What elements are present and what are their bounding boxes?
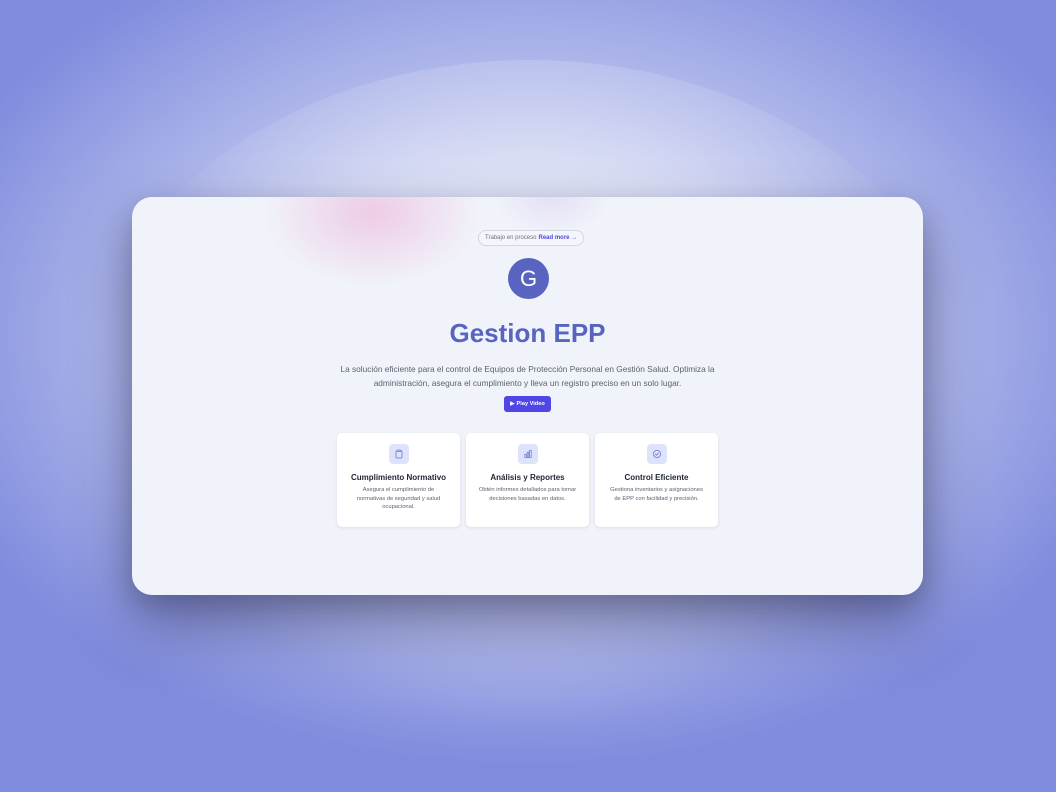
read-more-label: Read more (538, 235, 570, 241)
check-circle-icon (646, 444, 667, 464)
status-banner: Trabajo en proceso Read more → (478, 230, 585, 246)
status-banner-text: Trabajo en proceso (485, 235, 537, 241)
feature-title: Cumplimiento Normativo (350, 473, 447, 482)
app-window: Trabajo en proceso Read more → G Gestion… (132, 197, 923, 595)
feature-description: Asegura el cumplimiento de normativas de… (356, 487, 441, 510)
arrow-right-icon: → (571, 235, 578, 241)
hero-description: La solución eficiente para el control de… (340, 364, 715, 388)
feature-card-control: Control Eficiente Gestiona inventarios y… (595, 433, 718, 527)
play-icon: ▶ (510, 401, 515, 407)
play-video-button[interactable]: ▶ Play Video (504, 396, 551, 412)
feature-card-cumplimiento: Cumplimiento Normativo Asegura el cumpli… (337, 433, 460, 527)
clipboard-icon (388, 444, 409, 464)
decorative-blob (262, 197, 482, 287)
page-title: Gestion EPP (449, 318, 606, 348)
read-more-link[interactable]: Read more → (538, 235, 577, 241)
app-logo: G (508, 258, 549, 299)
feature-description: Gestiona inventarios y asignaciones de E… (610, 487, 703, 502)
feature-card-analisis: Análisis y Reportes Obtén informes detal… (466, 433, 589, 527)
feature-title: Control Eficiente (624, 473, 689, 482)
feature-description: Obtén informes detallados para tomar dec… (478, 487, 577, 502)
play-video-label: Play Video (516, 401, 545, 407)
feature-cards: Cumplimiento Normativo Asegura el cumpli… (337, 433, 718, 527)
logo-letter: G (519, 265, 538, 291)
bar-chart-icon (517, 444, 538, 464)
feature-title: Análisis y Reportes (490, 473, 565, 482)
